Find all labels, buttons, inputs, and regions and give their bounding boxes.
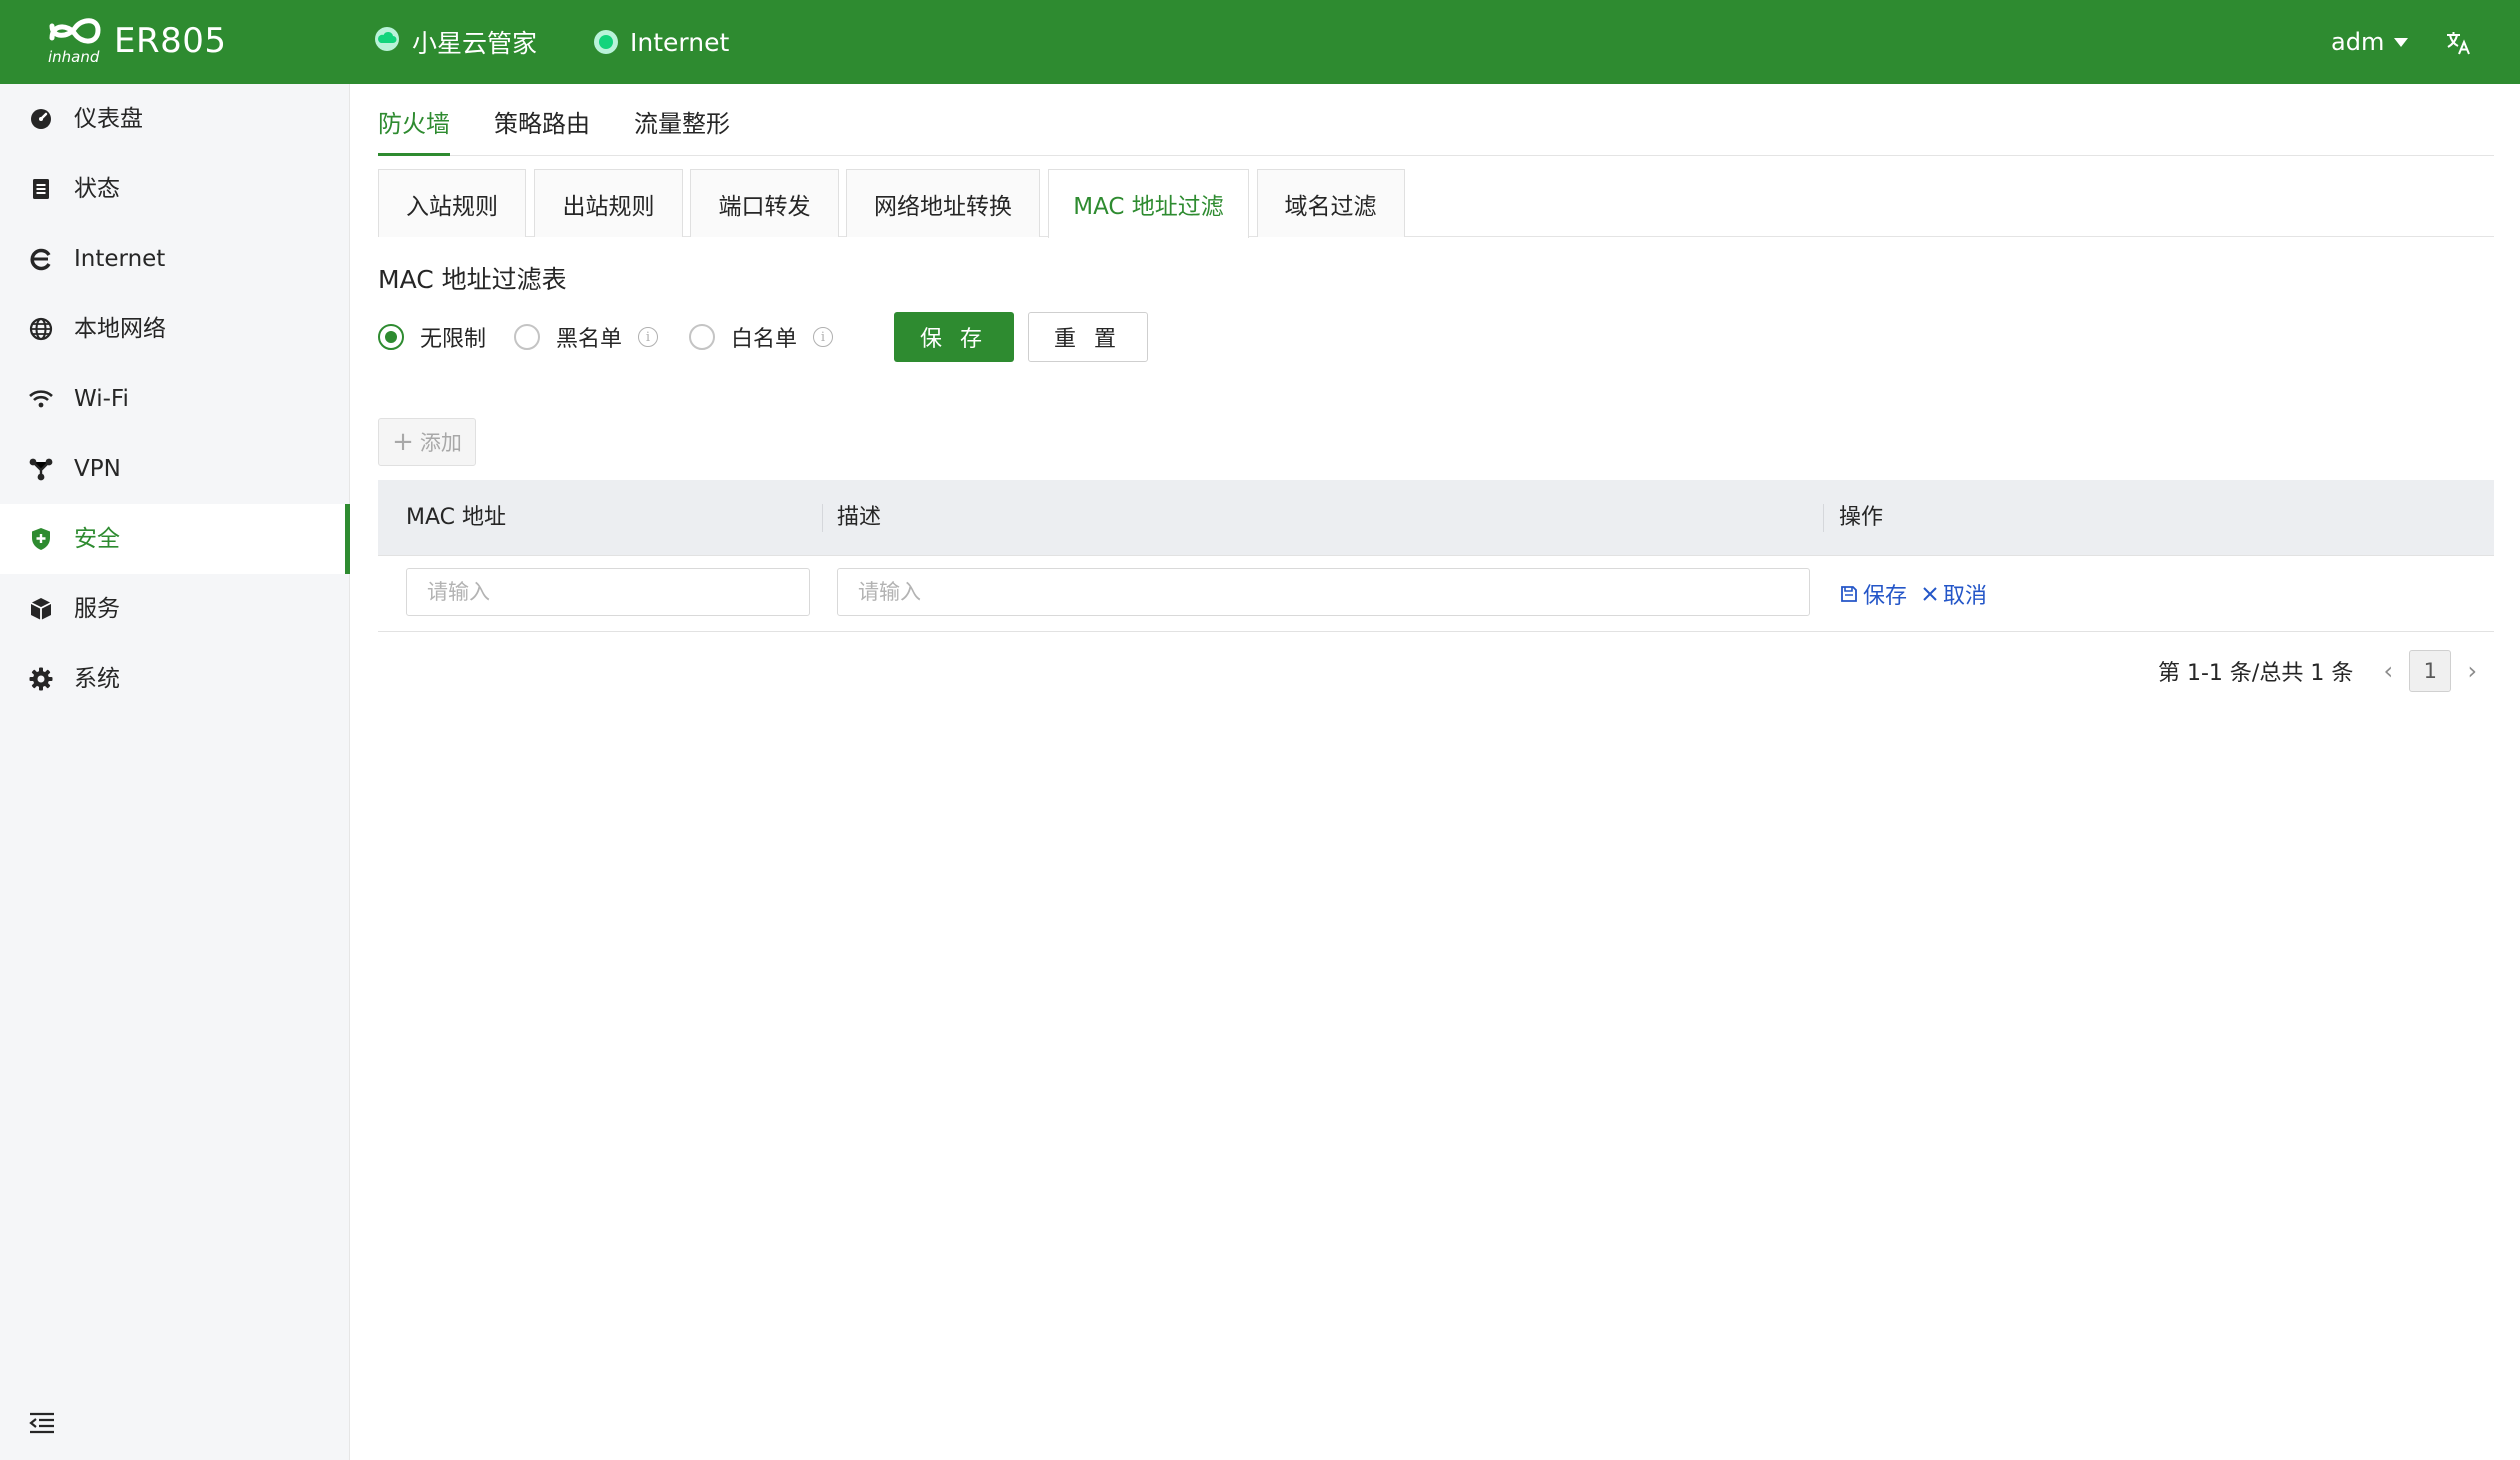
svg-text:inhand: inhand xyxy=(48,48,100,66)
status-icon xyxy=(28,176,54,202)
mac-filter-table: MAC 地址 描述 操作 保存 取消 xyxy=(378,480,2494,632)
pagination: 第 1-1 条/总共 1 条 ‹ 1 › xyxy=(2158,650,2487,692)
row-save-link[interactable]: 保存 xyxy=(1839,578,1907,610)
sidebar-item-wifi[interactable]: Wi-Fi xyxy=(0,364,350,434)
radio-unrestricted[interactable]: 无限制 xyxy=(378,312,486,362)
radio-label: 白名单 xyxy=(731,327,798,352)
sidebar-item-internet[interactable]: Internet xyxy=(0,224,350,294)
table-row: 保存 取消 xyxy=(378,556,2494,632)
radio-whitelist[interactable]: 白名单 i xyxy=(689,312,834,362)
row-cancel-label: 取消 xyxy=(1943,584,1988,609)
column-header-mac: MAC 地址 xyxy=(406,505,506,530)
table-header: MAC 地址 描述 操作 xyxy=(378,480,2494,556)
info-icon[interactable]: i xyxy=(638,327,659,347)
user-menu[interactable]: adm xyxy=(2331,0,2409,84)
column-header-actions: 操作 xyxy=(1839,505,1884,530)
sidebar: 仪表盘 状态 Internet 本地网络 Wi-Fi VPN 安全 服务 系统 xyxy=(0,84,350,1460)
reset-button[interactable]: 重 置 xyxy=(1028,312,1148,362)
gear-icon xyxy=(28,666,54,692)
radio-label: 无限制 xyxy=(420,327,487,352)
row-actions: 保存 取消 xyxy=(1839,556,2001,632)
close-icon xyxy=(1923,587,1937,601)
page-number[interactable]: 1 xyxy=(2409,650,2452,692)
radio-blacklist[interactable]: 黑名单 i xyxy=(514,312,659,362)
vpn-icon xyxy=(28,456,54,482)
chevron-right-icon[interactable]: › xyxy=(2457,650,2487,692)
tab-inbound-rules[interactable]: 入站规则 xyxy=(378,169,526,237)
sidebar-item-label: VPN xyxy=(74,456,121,482)
cloud-manager-label: 小星云管家 xyxy=(412,29,538,58)
internet-status[interactable]: Internet xyxy=(594,0,729,84)
sidebar-item-local-network[interactable]: 本地网络 xyxy=(0,294,350,364)
sidebar-item-label: 安全 xyxy=(74,526,120,552)
radio-circle xyxy=(378,324,404,350)
sidebar-item-label: 状态 xyxy=(74,176,120,202)
sidebar-item-label: Internet xyxy=(74,246,166,272)
column-header-description: 描述 xyxy=(837,505,882,530)
cloud-manager-status[interactable]: 小星云管家 xyxy=(374,0,537,84)
mac-address-input[interactable] xyxy=(406,568,810,616)
sidebar-item-services[interactable]: 服务 xyxy=(0,574,350,644)
sidebar-item-security[interactable]: 安全 xyxy=(0,504,350,574)
sidebar-item-system[interactable]: 系统 xyxy=(0,644,350,714)
menu-collapse-icon[interactable] xyxy=(28,1411,56,1435)
sidebar-item-vpn[interactable]: VPN xyxy=(0,434,350,504)
username: adm xyxy=(2331,28,2385,56)
chevron-left-icon[interactable]: ‹ xyxy=(2373,650,2403,692)
pagination-summary: 第 1-1 条/总共 1 条 xyxy=(2158,661,2354,686)
device-model: ER805 xyxy=(114,21,227,61)
radio-circle xyxy=(689,324,715,350)
top-tab-bar: 防火墙 策略路由 流量整形 xyxy=(378,84,2494,156)
section-title: MAC 地址过滤表 xyxy=(378,265,567,294)
add-button[interactable]: + 添加 xyxy=(378,418,476,466)
save-button[interactable]: 保 存 xyxy=(894,312,1014,362)
row-cancel-link[interactable]: 取消 xyxy=(1921,578,1987,610)
wifi-icon xyxy=(28,386,54,412)
radio-label: 黑名单 xyxy=(556,327,623,352)
column-divider xyxy=(822,504,823,532)
translate-icon[interactable] xyxy=(2445,30,2473,56)
column-divider xyxy=(1823,504,1824,532)
cloud-icon xyxy=(374,27,400,57)
tab-firewall[interactable]: 防火墙 xyxy=(378,104,450,156)
sidebar-item-label: 仪表盘 xyxy=(74,106,143,132)
sidebar-item-label: 系统 xyxy=(74,666,120,692)
online-dot-icon xyxy=(594,30,618,54)
tab-traffic-shaping[interactable]: 流量整形 xyxy=(634,104,730,156)
globe-icon xyxy=(28,316,54,342)
sidebar-item-status[interactable]: 状态 xyxy=(0,154,350,224)
tab-nat[interactable]: 网络地址转换 xyxy=(846,169,1040,237)
firewall-sub-tab-bar: 入站规则 出站规则 端口转发 网络地址转换 MAC 地址过滤 域名过滤 xyxy=(378,169,2494,238)
sidebar-item-dashboard[interactable]: 仪表盘 xyxy=(0,84,350,154)
tab-domain-filter[interactable]: 域名过滤 xyxy=(1257,169,1405,237)
save-icon xyxy=(1841,586,1857,602)
tab-policy-routing[interactable]: 策略路由 xyxy=(494,104,590,156)
tab-port-forwarding[interactable]: 端口转发 xyxy=(690,169,839,237)
sidebar-item-label: Wi-Fi xyxy=(74,386,129,412)
description-input[interactable] xyxy=(837,568,1810,616)
sidebar-item-label: 服务 xyxy=(74,596,120,622)
main-content: 防火墙 策略路由 流量整形 入站规则 出站规则 端口转发 网络地址转换 MAC … xyxy=(350,84,2520,1460)
internet-status-label: Internet xyxy=(630,27,730,57)
row-save-label: 保存 xyxy=(1863,584,1908,609)
tab-outbound-rules[interactable]: 出站规则 xyxy=(534,169,683,237)
brand-logo: inhand ER805 xyxy=(44,16,227,66)
shield-icon xyxy=(28,526,54,552)
info-icon[interactable]: i xyxy=(813,327,834,347)
dashboard-icon xyxy=(28,106,54,132)
top-header: inhand ER805 小星云管家 Internet adm xyxy=(0,0,2520,84)
internet-icon xyxy=(28,246,54,272)
sidebar-item-label: 本地网络 xyxy=(74,316,166,342)
caret-down-icon xyxy=(2394,37,2409,47)
add-button-label: 添加 xyxy=(419,431,462,455)
tab-mac-filter[interactable]: MAC 地址过滤 xyxy=(1048,169,1249,238)
plus-icon: + xyxy=(392,427,414,457)
radio-circle xyxy=(514,324,540,350)
box-icon xyxy=(28,596,54,622)
inhand-logo-icon: inhand xyxy=(44,16,106,66)
